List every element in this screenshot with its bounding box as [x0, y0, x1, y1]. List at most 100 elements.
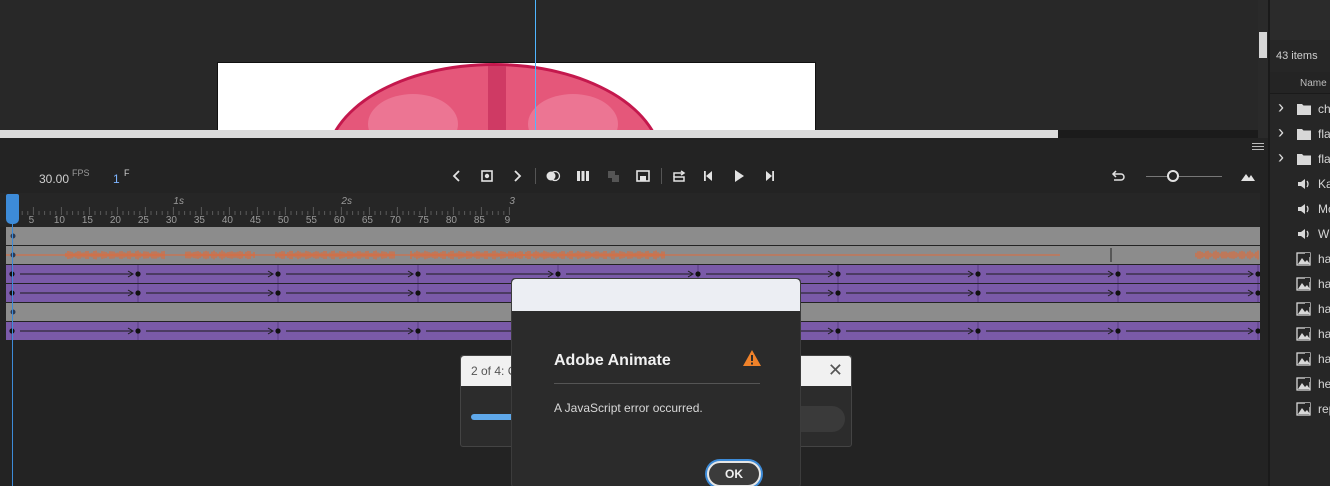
ruler-frame-label: 70 [390, 215, 402, 226]
reset-zoom-icon[interactable] [1108, 166, 1128, 186]
library-item-label: Ka [1318, 177, 1330, 191]
library-item[interactable]: ha [1270, 347, 1330, 372]
brain-graphic[interactable] [325, 63, 663, 130]
zoom-slider-knob[interactable] [1167, 170, 1179, 182]
frame-unit: F [124, 168, 130, 178]
library-item[interactable]: hea [1270, 372, 1330, 397]
ruler-second-label: 2s [340, 196, 352, 207]
insert-keyframe-icon[interactable] [477, 166, 497, 186]
library-item-label: cha [1318, 102, 1330, 116]
stage-area[interactable] [0, 0, 1268, 130]
library-item[interactable]: rep [1270, 397, 1330, 422]
step-backward-icon[interactable] [699, 166, 719, 186]
graphic-icon [1296, 402, 1312, 416]
step-forward-icon[interactable] [759, 166, 779, 186]
ruler-frame-label: 9 [505, 215, 511, 226]
stage-vertical-scrollbar[interactable] [1258, 0, 1268, 138]
brain-lobe [368, 94, 458, 130]
sound-icon [1296, 227, 1312, 241]
ruler-frame-label: 45 [250, 215, 262, 226]
graphic-icon [1296, 352, 1312, 366]
scrollbar-thumb[interactable] [1259, 32, 1267, 58]
library-item[interactable]: › cha [1270, 97, 1330, 122]
mountain-zoom-icon[interactable] [1238, 166, 1258, 186]
folder-icon [1296, 102, 1312, 116]
current-frame-value[interactable]: 1 [113, 172, 120, 186]
alert-dialog-header [512, 279, 800, 311]
sound-waveform [6, 246, 1260, 264]
stage-guide-line[interactable] [535, 0, 536, 130]
stage-horizontal-scrollbar[interactable] [0, 130, 1268, 138]
timeline-zoom-slider[interactable] [1146, 176, 1222, 177]
alert-message: A JavaScript error occurred. [554, 401, 703, 415]
library-item[interactable]: › fla [1270, 147, 1330, 172]
alert-divider [554, 383, 760, 384]
library-item-label: ha [1318, 252, 1330, 266]
camera-icon[interactable] [633, 166, 653, 186]
ruler-frame-label: 30 [166, 215, 178, 226]
ruler-ticks: 5 10 15 20 25 30 35 40 45 50 55 60 65 70 75 80 85 9 1s 2s 3 [10, 196, 515, 226]
sound-icon [1296, 202, 1312, 216]
ruler-frame-label: 40 [222, 215, 234, 226]
edit-multiple-frames-icon[interactable] [573, 166, 593, 186]
ruler-frame-label: 10 [54, 215, 66, 226]
graphic-icon [1296, 377, 1312, 391]
onion-skin-icon[interactable] [543, 166, 563, 186]
fps-unit: FPS [72, 168, 90, 178]
graphic-icon [1296, 302, 1312, 316]
timeline-ruler[interactable]: 5 10 15 20 25 30 35 40 45 50 55 60 65 70 75 80 85 9 1s 2s 3 [0, 193, 1260, 227]
chevron-right-icon[interactable]: › [1278, 97, 1284, 118]
playhead-handle[interactable] [6, 194, 19, 224]
brain-lobe [528, 94, 618, 130]
name-column-label: Name [1300, 78, 1327, 89]
library-item[interactable]: ha [1270, 297, 1330, 322]
ruler-frame-label: 35 [194, 215, 206, 226]
library-item[interactable]: ha [1270, 272, 1330, 297]
previous-keyframe-icon[interactable] [447, 166, 467, 186]
loop-icon[interactable] [669, 166, 689, 186]
library-item-label: fla [1318, 127, 1330, 141]
next-keyframe-icon[interactable] [507, 166, 527, 186]
chevron-right-icon[interactable]: › [1278, 147, 1284, 168]
app-root: 30.00 FPS 1 F 5 10 15 20 25 30 35 40 45 … [0, 0, 1330, 486]
library-item-label: Wi [1318, 227, 1330, 241]
ruler-frame-label: 15 [82, 215, 94, 226]
library-item[interactable]: Mc [1270, 197, 1330, 222]
library-item-label: hea [1318, 377, 1330, 391]
ruler-frame-label: 20 [110, 215, 122, 226]
brain-fold [488, 66, 506, 130]
layer-row-sound[interactable] [6, 246, 1260, 265]
chevron-right-icon[interactable]: › [1278, 122, 1284, 143]
ruler-frame-label: 5 [29, 215, 35, 226]
panel-menu-icon[interactable] [1252, 143, 1264, 153]
ruler-frame-label: 65 [362, 215, 374, 226]
close-icon[interactable]: ✕ [828, 360, 843, 381]
graphic-icon [1296, 252, 1312, 266]
ruler-frame-label: 75 [418, 215, 430, 226]
ruler-frame-label: 50 [278, 215, 290, 226]
play-icon[interactable] [729, 166, 749, 186]
layer-row-gray[interactable] [6, 227, 1260, 246]
library-item[interactable]: Ka [1270, 172, 1330, 197]
ruler-frame-label: 55 [306, 215, 318, 226]
scrollbar-thumb[interactable] [0, 130, 1058, 138]
library-column-header[interactable]: Name [1270, 72, 1330, 94]
ruler-frame-label: 85 [474, 215, 486, 226]
graphic-icon [1296, 327, 1312, 341]
library-item-label: rep [1318, 402, 1330, 416]
library-item[interactable]: Wi [1270, 222, 1330, 247]
ok-button[interactable]: OK [707, 461, 761, 486]
library-header [1270, 0, 1330, 40]
ruler-second-label: 3 [509, 196, 515, 207]
layer-parenting-icon[interactable] [603, 166, 623, 186]
timeline-toolbar: 30.00 FPS 1 F [0, 158, 1268, 192]
library-item[interactable]: › fla [1270, 122, 1330, 147]
stage-canvas[interactable] [217, 62, 816, 130]
library-item-count: 43 items [1276, 50, 1318, 62]
library-item-label: Mc [1318, 202, 1330, 216]
fps-value[interactable]: 30.00 [39, 172, 69, 186]
library-item[interactable]: ha [1270, 247, 1330, 272]
folder-icon [1296, 152, 1312, 166]
library-item[interactable]: ha [1270, 322, 1330, 347]
sound-icon [1296, 177, 1312, 191]
